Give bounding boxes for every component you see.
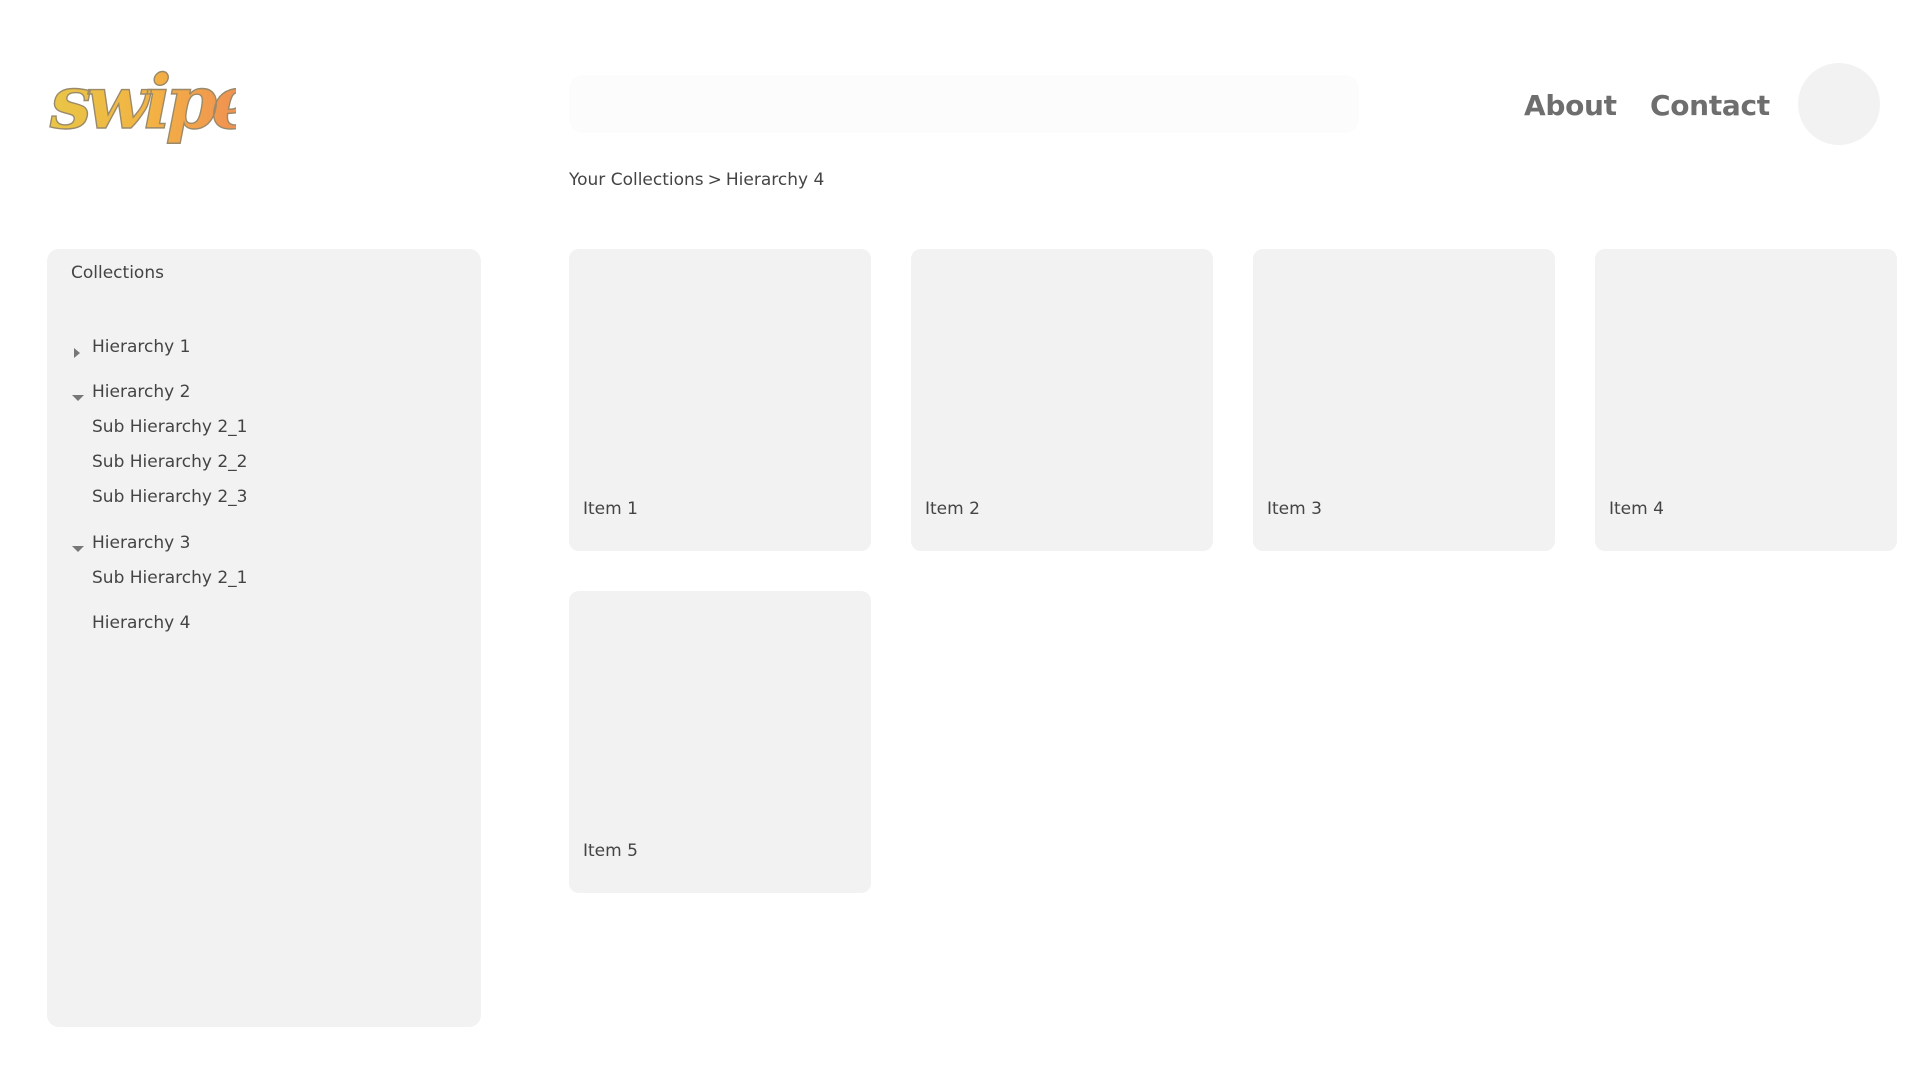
grid-item-card[interactable]: Item 5	[569, 591, 871, 893]
grid-item-label: Item 3	[1267, 499, 1322, 519]
sidebar-item-label: Sub Hierarchy 2_2	[92, 452, 248, 472]
grid-item-card[interactable]: Item 3	[1253, 249, 1555, 551]
sidebar-item-label: Hierarchy 3	[92, 533, 191, 553]
sidebar-item-hierarchy-1[interactable]: Hierarchy 1	[47, 335, 481, 363]
avatar[interactable]	[1798, 63, 1880, 145]
grid-item-label: Item 2	[925, 499, 980, 519]
grid-item-label: Item 1	[583, 499, 638, 519]
sidebar-item-label: Sub Hierarchy 2_3	[92, 487, 248, 507]
breadcrumb-separator: >	[707, 170, 722, 190]
grid-item-card[interactable]: Item 2	[911, 249, 1213, 551]
sidebar-item-label: Hierarchy 4	[92, 613, 191, 633]
sidebar-item-sub-hierarchy-3-1[interactable]: Sub Hierarchy 2_1	[47, 566, 481, 594]
caret-down-icon[interactable]	[71, 392, 84, 404]
sidebar-item-sub-hierarchy-2-1[interactable]: Sub Hierarchy 2_1	[47, 415, 481, 443]
sidebar-title: Collections	[71, 263, 164, 283]
sidebar-item-hierarchy-2[interactable]: Hierarchy 2	[47, 380, 481, 408]
sidebar-item-sub-hierarchy-2-2[interactable]: Sub Hierarchy 2_2	[47, 450, 481, 478]
search-input[interactable]	[569, 75, 1359, 133]
grid-item-label: Item 5	[583, 841, 638, 861]
sidebar-item-label: Sub Hierarchy 2_1	[92, 417, 248, 437]
grid-item-card[interactable]: Item 4	[1595, 249, 1897, 551]
caret-down-icon[interactable]	[71, 543, 84, 555]
breadcrumb-current: Hierarchy 4	[725, 170, 825, 190]
swipe-logo-icon: swipe	[48, 62, 236, 147]
collections-sidebar: Collections Hierarchy 1 Hierarchy 2 Sub …	[47, 249, 481, 1027]
swipe-logo[interactable]: swipe	[46, 62, 236, 152]
sidebar-item-label: Hierarchy 2	[92, 382, 191, 402]
nav-about-link[interactable]: About	[1524, 87, 1617, 125]
caret-right-icon[interactable]	[71, 347, 83, 359]
breadcrumb-root-link[interactable]: Your Collections	[569, 170, 704, 190]
sidebar-item-label: Hierarchy 1	[92, 337, 191, 357]
grid-item-card[interactable]: Item 1	[569, 249, 871, 551]
sidebar-item-hierarchy-3[interactable]: Hierarchy 3	[47, 531, 481, 559]
sidebar-item-sub-hierarchy-2-3[interactable]: Sub Hierarchy 2_3	[47, 485, 481, 513]
nav-contact-link[interactable]: Contact	[1650, 87, 1770, 125]
sidebar-item-hierarchy-4[interactable]: Hierarchy 4	[47, 611, 481, 639]
sidebar-item-label: Sub Hierarchy 2_1	[92, 568, 248, 588]
grid-item-label: Item 4	[1609, 499, 1664, 519]
breadcrumb: Your Collections > Hierarchy 4	[569, 168, 824, 192]
svg-text:swipe: swipe	[49, 62, 236, 146]
